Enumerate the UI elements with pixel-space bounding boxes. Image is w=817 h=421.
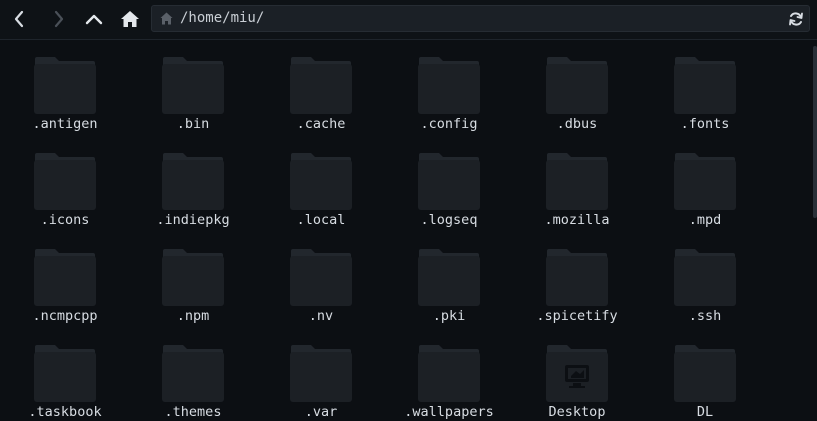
home-icon <box>121 11 139 27</box>
file-item-label: .ssh <box>688 308 722 324</box>
folder-icon <box>546 249 608 306</box>
chevron-left-icon <box>14 10 24 28</box>
file-item-label: .config <box>420 116 478 132</box>
file-item-label: .mozilla <box>544 212 610 228</box>
file-item[interactable]: .ssh <box>641 232 769 328</box>
file-item[interactable]: .bin <box>129 40 257 136</box>
file-item-label: .mpd <box>688 212 722 228</box>
file-item-label: .themes <box>164 404 222 420</box>
file-item-label: .pki <box>432 308 466 324</box>
file-item[interactable]: .pki <box>385 232 513 328</box>
desktop-folder-icon <box>546 345 608 402</box>
home-button[interactable] <box>116 5 144 33</box>
file-item[interactable]: .spicetify <box>513 232 641 328</box>
file-manager-window: .antigen .bin .cache .config .dbus .fonts .ico… <box>0 0 817 421</box>
folder-icon <box>418 153 480 210</box>
file-grid: .antigen .bin .cache .config .dbus .fonts .ico… <box>0 40 810 421</box>
folder-icon <box>674 153 736 210</box>
file-item-label: .icons <box>40 212 90 228</box>
folder-icon <box>34 153 96 210</box>
folder-icon <box>162 249 224 306</box>
toolbar <box>0 0 817 40</box>
location-bar[interactable] <box>151 5 810 32</box>
file-item[interactable]: .nv <box>257 232 385 328</box>
folder-icon <box>34 249 96 306</box>
file-item-label: .dbus <box>556 116 598 132</box>
folder-icon <box>162 153 224 210</box>
file-item-label: .bin <box>176 116 210 132</box>
file-item-label: .ncmpcpp <box>32 308 98 324</box>
folder-icon <box>418 57 480 114</box>
folder-icon <box>418 345 480 402</box>
file-item[interactable]: .mozilla <box>513 136 641 232</box>
file-item-label: .wallpapers <box>404 404 494 420</box>
file-item-label: .nv <box>308 308 334 324</box>
folder-icon <box>162 345 224 402</box>
file-item-label: .var <box>304 404 338 420</box>
file-item[interactable]: .indiepkg <box>129 136 257 232</box>
file-item[interactable]: .icons <box>1 136 129 232</box>
file-item-label: .cache <box>296 116 346 132</box>
folder-icon <box>34 345 96 402</box>
file-item-label: .indiepkg <box>156 212 230 228</box>
forward-button[interactable] <box>45 5 73 33</box>
file-item[interactable]: .antigen <box>1 40 129 136</box>
folder-icon <box>674 345 736 402</box>
folder-icon <box>290 345 352 402</box>
folder-icon <box>290 249 352 306</box>
file-item[interactable]: .taskbook <box>1 328 129 421</box>
file-item-label: .taskbook <box>28 404 102 420</box>
scrollbar[interactable] <box>811 40 817 421</box>
folder-icon <box>290 57 352 114</box>
folder-icon <box>546 153 608 210</box>
file-item[interactable]: .var <box>257 328 385 421</box>
folder-icon <box>290 153 352 210</box>
file-item[interactable]: .logseq <box>385 136 513 232</box>
file-item[interactable]: .npm <box>129 232 257 328</box>
folder-icon <box>674 57 736 114</box>
file-item[interactable]: .themes <box>129 328 257 421</box>
folder-icon <box>162 57 224 114</box>
folder-icon <box>546 57 608 114</box>
refresh-button[interactable] <box>787 10 805 28</box>
file-item[interactable]: .config <box>385 40 513 136</box>
file-item[interactable]: .local <box>257 136 385 232</box>
folder-icon <box>674 249 736 306</box>
up-button[interactable] <box>80 5 108 33</box>
path-input[interactable] <box>180 6 770 31</box>
file-item-label: .local <box>296 212 346 228</box>
file-item-label: .logseq <box>420 212 478 228</box>
scrollbar-thumb[interactable] <box>813 46 817 218</box>
back-button[interactable] <box>5 5 33 33</box>
file-item[interactable]: .fonts <box>641 40 769 136</box>
file-item[interactable]: .wallpapers <box>385 328 513 421</box>
folder-icon <box>418 249 480 306</box>
home-icon <box>160 12 173 25</box>
file-item-label: .npm <box>176 308 210 324</box>
file-item-label: DL <box>696 404 714 420</box>
file-item[interactable]: .cache <box>257 40 385 136</box>
file-item-label: .spicetify <box>536 308 618 324</box>
folder-icon <box>34 57 96 114</box>
file-item[interactable]: .mpd <box>641 136 769 232</box>
file-item[interactable]: .dbus <box>513 40 641 136</box>
file-item[interactable]: Desktop <box>513 328 641 421</box>
chevron-right-icon <box>54 10 64 28</box>
chevron-up-icon <box>85 14 103 25</box>
refresh-icon <box>789 12 803 26</box>
file-item-label: .antigen <box>32 116 98 132</box>
file-item[interactable]: DL <box>641 328 769 421</box>
file-item[interactable]: .ncmpcpp <box>1 232 129 328</box>
file-item-label: .fonts <box>680 116 730 132</box>
file-item-label: Desktop <box>548 404 606 420</box>
